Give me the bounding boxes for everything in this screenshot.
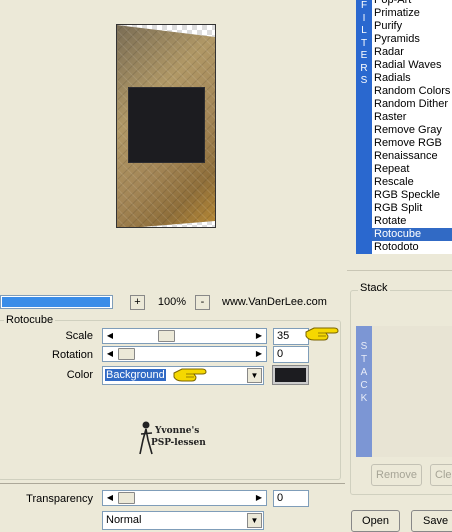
- color-label: Color: [66, 369, 93, 381]
- filter-item[interactable]: Raster: [374, 111, 406, 124]
- transparency-value-field[interactable]: 0: [273, 490, 309, 507]
- pointing-hand-icon: [305, 327, 339, 341]
- filter-list[interactable]: Pop-Art Primatize Purify Pyramids Radar Radia…: [372, 0, 452, 254]
- group-title: Rotocube: [4, 314, 56, 326]
- filter-item[interactable]: Purify: [374, 20, 402, 33]
- slider-right-arrow-icon[interactable]: ▶: [252, 329, 266, 343]
- blend-mode-value: Normal: [106, 514, 142, 526]
- filter-item[interactable]: Rotocube: [372, 228, 452, 241]
- filter-item[interactable]: Renaissance: [374, 150, 438, 163]
- transparency-label: Transparency: [26, 493, 93, 505]
- logo-line1: Yvonne's: [155, 426, 200, 436]
- filter-item[interactable]: RGB Split: [374, 202, 422, 215]
- chevron-down-icon[interactable]: ▼: [247, 368, 262, 383]
- chevron-down-icon[interactable]: ▼: [247, 513, 262, 528]
- filter-item[interactable]: Radar: [374, 46, 404, 59]
- filter-item[interactable]: Pop-Art: [374, 0, 411, 7]
- filter-item[interactable]: Remove Gray: [374, 124, 442, 137]
- slider-right-arrow-icon[interactable]: ▶: [252, 491, 266, 505]
- scale-label: Scale: [65, 330, 93, 342]
- filter-item[interactable]: Rotate: [374, 215, 406, 228]
- rotation-slider-thumb[interactable]: [118, 348, 135, 360]
- rotation-value-field[interactable]: 0: [273, 346, 309, 363]
- watermark-logo: Yvonne's PSP-lessen: [137, 418, 207, 458]
- zoom-out-button[interactable]: -: [195, 295, 210, 310]
- stack-list[interactable]: [372, 326, 452, 457]
- filter-item[interactable]: Radial Waves: [374, 59, 441, 72]
- filter-item[interactable]: Pyramids: [374, 33, 420, 46]
- slider-right-arrow-icon[interactable]: ▶: [252, 347, 266, 361]
- color-select-value: Background: [105, 369, 166, 381]
- blend-mode-select[interactable]: Normal ▼: [102, 511, 264, 530]
- stack-title: Stack: [358, 282, 390, 294]
- filter-item[interactable]: Random Dither: [374, 98, 448, 111]
- color-swatch[interactable]: [272, 365, 309, 385]
- filter-item[interactable]: Remove RGB: [374, 137, 442, 150]
- stack-sidebar-label: STACK: [356, 326, 372, 457]
- slider-left-arrow-icon[interactable]: ◀: [103, 329, 117, 343]
- progress-bar: [0, 295, 113, 309]
- transparency-slider-thumb[interactable]: [118, 492, 135, 504]
- remove-button[interactable]: Remove: [371, 464, 422, 486]
- slider-left-arrow-icon[interactable]: ◀: [103, 491, 117, 505]
- open-button[interactable]: Open: [351, 510, 400, 532]
- filter-item[interactable]: Random Colors: [374, 85, 450, 98]
- preview-inner-square: [128, 87, 205, 163]
- zoom-in-button[interactable]: +: [130, 295, 145, 310]
- logo-line2: PSP-lessen: [151, 438, 206, 448]
- slider-left-arrow-icon[interactable]: ◀: [103, 347, 117, 361]
- save-button[interactable]: Save: [411, 510, 452, 532]
- filter-item[interactable]: Rotodoto: [374, 241, 419, 254]
- rotation-slider[interactable]: ◀ ▶: [102, 346, 267, 362]
- filter-item[interactable]: Primatize: [374, 7, 420, 20]
- zoom-level: 100%: [157, 296, 187, 308]
- clear-button[interactable]: Clear: [430, 464, 452, 486]
- rotation-label: Rotation: [52, 349, 93, 361]
- filter-item[interactable]: Radials: [374, 72, 411, 85]
- filter-item[interactable]: RGB Speckle: [374, 189, 440, 202]
- filters-sidebar-label: FILTERS: [356, 0, 372, 254]
- pointing-hand-icon: [173, 368, 207, 382]
- credit-link[interactable]: www.VanDerLee.com: [222, 296, 327, 308]
- filter-preview: [116, 24, 216, 228]
- scale-slider-thumb[interactable]: [158, 330, 175, 342]
- progress-fill: [2, 297, 110, 307]
- filter-item[interactable]: Repeat: [374, 163, 409, 176]
- divider: [0, 483, 345, 484]
- transparency-slider[interactable]: ◀ ▶: [102, 490, 267, 506]
- filters-side-text: FILTERS: [360, 0, 368, 86]
- stack-side-text: STACK: [360, 341, 368, 404]
- scale-slider[interactable]: ◀ ▶: [102, 328, 267, 344]
- filter-item[interactable]: Rescale: [374, 176, 414, 189]
- panel-separator: [347, 270, 452, 271]
